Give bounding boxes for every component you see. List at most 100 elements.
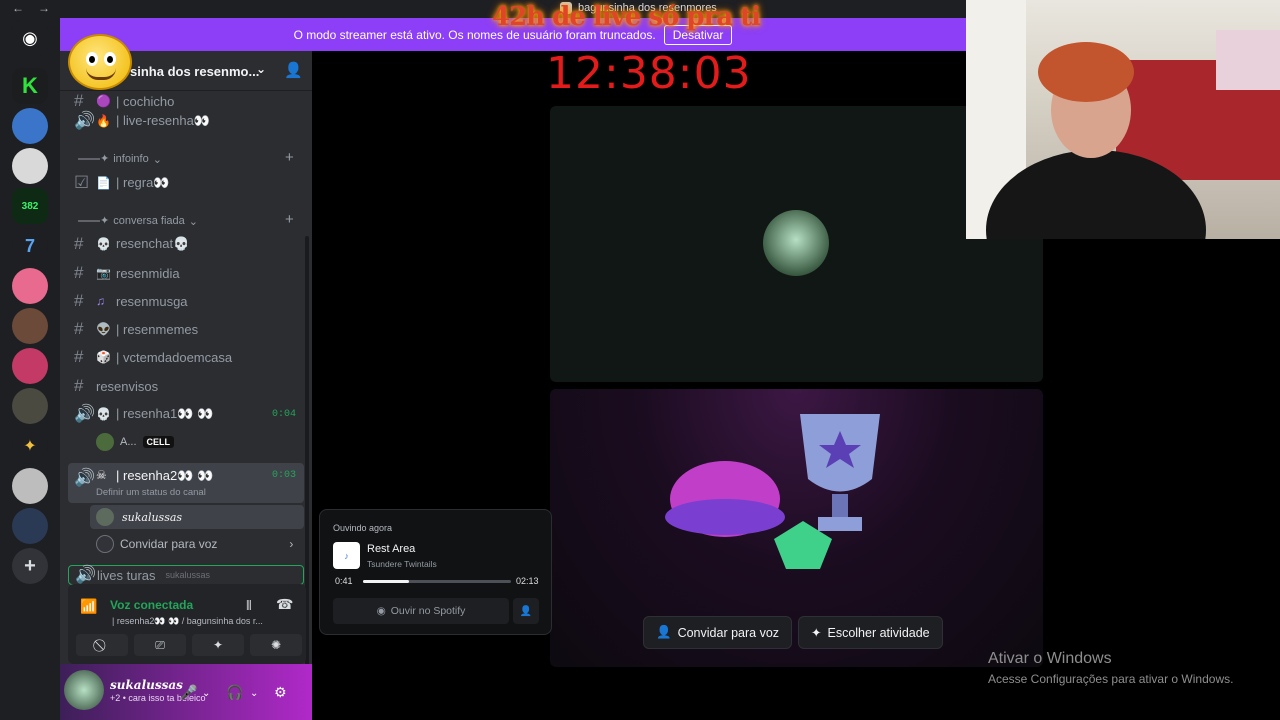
add-channel-icon[interactable]: + xyxy=(285,211,294,228)
server-icon-7[interactable] xyxy=(12,308,48,344)
headphones-icon[interactable]: 🎧 xyxy=(226,684,243,701)
server-list: ◉ K 382 7 ✦ + xyxy=(0,18,60,720)
rules-icon: ☑ xyxy=(74,173,90,192)
screen-share-icon: ⎚ xyxy=(155,637,165,652)
button-label: Escolher atividade xyxy=(827,625,930,640)
webcam-feed xyxy=(966,0,1280,239)
server-icon-11[interactable] xyxy=(12,468,48,504)
stream-clock: 12:38:03 xyxy=(546,48,752,99)
server-icon-6[interactable] xyxy=(12,268,48,304)
server-icon-3[interactable] xyxy=(12,148,48,184)
participant-avatar xyxy=(763,210,829,276)
back-forward-arrows[interactable]: ←→ xyxy=(12,1,64,15)
camera-off-button[interactable]: ⃠ xyxy=(76,634,128,656)
voice-status[interactable]: Voz conectada xyxy=(110,598,193,612)
server-icon-9[interactable] xyxy=(12,388,48,424)
gear-icon[interactable]: ⚙ xyxy=(274,684,287,701)
activity-tile xyxy=(550,389,1043,667)
album-art: ♪ xyxy=(333,542,360,569)
chevron-down-icon: ⌄ xyxy=(188,215,198,228)
voice-channel-resenha2[interactable]: 🔊 ☠ | resenha2👀 👀 0:03 Definir um status… xyxy=(68,463,304,503)
noise-suppression-icon[interactable]: ⦀ xyxy=(246,598,252,614)
chevron-down-icon[interactable]: ⌄ xyxy=(202,688,210,699)
server-icon-2[interactable] xyxy=(12,108,48,144)
server-icon-10[interactable]: ✦ xyxy=(12,428,48,464)
discord-home-icon[interactable]: ◉ xyxy=(12,20,48,56)
category-conversa-fiada[interactable]: ⎯⎯⎯⎯✦ conversa fiada ⌄ xyxy=(78,214,198,228)
speaker-icon: 🔊 xyxy=(74,404,96,423)
channel-status-hint[interactable]: Definir um status do canal xyxy=(96,487,206,498)
category-infoinfo[interactable]: ⎯⎯⎯⎯✦ infoinfo ⌄ xyxy=(78,152,162,166)
activate-windows-title: Ativar o Windows xyxy=(988,650,1112,667)
activities-button[interactable]: ✦ xyxy=(192,634,244,656)
channel-resenvisos[interactable]: # resenvisos xyxy=(68,373,304,399)
invite-to-voice-row[interactable]: Convidar para voz › xyxy=(96,535,293,553)
listen-along-button[interactable]: 👤 xyxy=(513,598,539,624)
channel-regra[interactable]: ☑ 📄 | regra👀 xyxy=(68,170,304,196)
signal-icon[interactable]: 📶 xyxy=(80,598,97,615)
channel-live-resenha[interactable]: 🔊 🔥 | live-resenha👀 xyxy=(68,108,304,134)
dice-icon: 🎲 xyxy=(96,350,111,364)
channel-resenmidia[interactable]: # 📷 resenmidia xyxy=(68,260,304,286)
elapsed-time: 0:41 xyxy=(335,576,353,586)
channel-label: | regra👀 xyxy=(116,175,170,190)
kick-server-icon[interactable]: K xyxy=(12,68,48,104)
artist-name[interactable]: Tsundere Twintails xyxy=(367,559,437,569)
invite-to-voice-button[interactable]: 👤 Convidar para voz xyxy=(643,616,793,649)
dragging-user-name: sukalussas xyxy=(165,570,211,580)
window-titlebar: ←→ bagunsinha dos resenmores xyxy=(0,0,966,18)
fire-icon: 🔥 xyxy=(96,114,111,128)
voice-channel-path[interactable]: | resenha2👀 👀 / bagunsinha dos r... xyxy=(112,616,263,627)
voice-user-sukalussas[interactable]: sukalussas xyxy=(90,505,304,529)
screen-share-button[interactable]: ⎚ xyxy=(134,634,186,656)
server-icon-8[interactable] xyxy=(12,348,48,384)
hash-icon: # xyxy=(74,291,84,310)
trophy-illustration xyxy=(665,414,880,569)
listen-on-spotify-button[interactable]: ◉ Ouvir no Spotify xyxy=(333,598,509,624)
channel-label: | vctemdadoemcasa xyxy=(116,349,233,365)
song-title[interactable]: Rest Area xyxy=(367,543,415,555)
avatar xyxy=(96,508,114,526)
add-channel-icon[interactable]: + xyxy=(285,149,294,166)
hash-icon: # xyxy=(74,347,84,366)
add-member-icon[interactable]: 👤 xyxy=(284,61,303,79)
eye-left xyxy=(86,52,98,66)
voice-user-a[interactable]: A... CELL xyxy=(96,433,175,451)
chevron-down-icon: ⌄ xyxy=(152,153,162,166)
channel-resenmemes[interactable]: # 👽 | resenmemes xyxy=(68,316,304,342)
channel-label: resenchat💀 xyxy=(116,236,190,251)
server-icon-5[interactable]: 7 xyxy=(12,228,48,264)
channel-resenchat[interactable]: # 💀 resenchat💀 xyxy=(68,231,304,257)
category-label: conversa fiada xyxy=(113,215,185,227)
channel-resenmusga[interactable]: # ♫ resenmusga xyxy=(68,288,304,314)
disconnect-icon[interactable]: ☎ xyxy=(276,596,293,613)
category-label: infoinfo xyxy=(113,153,149,165)
user-avatar[interactable] xyxy=(64,670,104,710)
skull-crossbones-icon: ☠ xyxy=(96,468,107,482)
server-name: sinha dos resenmo... xyxy=(130,64,260,79)
alien-icon: 👽 xyxy=(96,322,111,336)
voice-channel-resenha1[interactable]: 🔊 💀 | resenha1👀 👀 0:04 xyxy=(68,401,304,427)
speaker-icon: 🔊 xyxy=(74,111,96,130)
microphone-icon[interactable]: 🎤 xyxy=(180,684,197,701)
chevron-down-icon[interactable]: ⌄ xyxy=(250,688,258,699)
server-icon-4[interactable]: 382 xyxy=(12,188,48,224)
channel-vctemdadoemcasa[interactable]: # 🎲 | vctemdadoemcasa xyxy=(68,344,304,370)
button-label: Convidar para voz xyxy=(677,625,780,640)
server-icon-12[interactable] xyxy=(12,508,48,544)
stream-overlay-text: 42h de live só pra ti xyxy=(492,2,761,32)
channel-label: resenmidia xyxy=(116,265,180,281)
channel-label: resenmusga xyxy=(116,293,188,309)
add-server-icon[interactable]: + xyxy=(12,548,48,584)
voice-user-name: sukalussas xyxy=(122,510,183,524)
progress-fill xyxy=(363,580,409,583)
voice-channel-lives-turas[interactable]: 🔊 lives turas sukalussas xyxy=(68,565,304,585)
choose-activity-button[interactable]: ✦ Escolher atividade xyxy=(798,616,943,649)
channel-sidebar: sinha dos resenmo... ⌄ 👤 # 🟣 | cochicho … xyxy=(60,51,312,720)
button-label: Ouvir no Spotify xyxy=(390,605,466,617)
call-duration: 0:04 xyxy=(271,408,296,420)
invite-label: Convidar para voz xyxy=(120,537,218,551)
username[interactable]: sukalussas xyxy=(110,678,183,692)
progress-bar xyxy=(363,580,511,583)
soundboard-button[interactable]: ✺ xyxy=(250,634,302,656)
